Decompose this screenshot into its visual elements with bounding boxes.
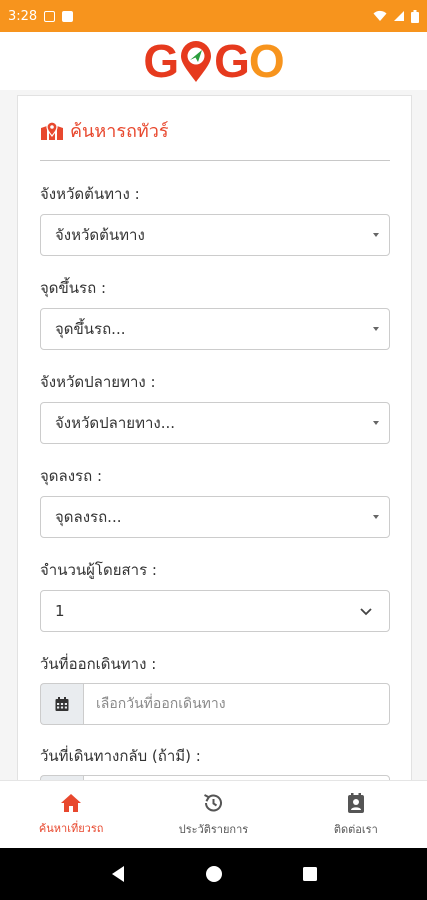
departure-date-group: เลือกวันที่ออกเดินทาง (40, 683, 390, 725)
passengers-select[interactable]: 1 (40, 590, 390, 632)
logo-letter: G (143, 35, 179, 87)
history-icon (204, 793, 223, 811)
logo-letter: G (214, 35, 250, 87)
dropoff-point-select[interactable]: จุดลงรถ... (40, 496, 390, 538)
notification-icon (44, 10, 56, 22)
origin-province-select[interactable]: จังหวัดต้นทาง (40, 214, 390, 256)
nav-search-trips[interactable]: ค้นหาเที่ยวรถ (0, 781, 142, 848)
recents-icon[interactable] (302, 866, 318, 882)
caret-down-icon (373, 327, 379, 331)
return-date-label: วันที่เดินทางกลับ (ถ้ามี) : (40, 747, 201, 765)
origin-province-value: จังหวัดต้นทาง (55, 226, 145, 244)
card-title: ค้นหารถทัวร์ (40, 116, 169, 145)
battery-icon (411, 9, 419, 23)
bottom-nav: ค้นหาเที่ยวรถ ประวัติรายการ ติดต่อเรา (0, 780, 427, 848)
nav-contact[interactable]: ติดต่อเรา (285, 781, 427, 848)
signal-icon (394, 11, 404, 21)
back-icon[interactable] (110, 865, 126, 883)
passengers-label: จำนวนผู้โดยสาร : (40, 561, 157, 579)
system-nav-bar (0, 848, 427, 900)
nav-label: ประวัติรายการ (178, 822, 249, 836)
passengers-value: 1 (55, 602, 65, 620)
logo-letter: O (248, 35, 285, 87)
calendar-icon[interactable] (40, 683, 83, 725)
status-bar: 3:28 (0, 0, 427, 32)
departure-date-label: วันที่ออกเดินทาง : (40, 655, 157, 673)
destination-province-label: จังหวัดปลายทาง : (40, 373, 156, 391)
departure-date-input[interactable]: เลือกวันที่ออกเดินทาง (83, 683, 390, 725)
pickup-point-select[interactable]: จุดขึ้นรถ... (40, 308, 390, 350)
caret-down-icon (373, 233, 379, 237)
divider (40, 160, 390, 161)
pickup-point-label: จุดขึ้นรถ : (40, 279, 106, 297)
map-marked-icon (41, 120, 63, 140)
wifi-icon (373, 10, 387, 21)
location-pin-icon (179, 40, 213, 82)
caret-down-icon (373, 421, 379, 425)
contact-icon (347, 792, 364, 813)
gogo-logo: G G O (143, 34, 285, 88)
nav-label: ติดต่อเรา (333, 822, 378, 836)
dropoff-point-value: จุดลงรถ... (55, 508, 122, 526)
departure-date-placeholder: เลือกวันที่ออกเดินทาง (96, 696, 226, 712)
nav-label: ค้นหาเที่ยวรถ (38, 821, 104, 835)
home-icon (61, 793, 82, 812)
nav-history[interactable]: ประวัติรายการ (142, 781, 284, 848)
status-time: 3:28 (8, 8, 38, 24)
app-header: G G O (0, 32, 427, 90)
sd-card-icon (62, 10, 74, 22)
destination-province-select[interactable]: จังหวัดปลายทาง... (40, 402, 390, 444)
destination-province-value: จังหวัดปลายทาง... (55, 414, 176, 432)
search-card: ค้นหารถทัวร์ จังหวัดต้นทาง : จังหวัดต้นท… (17, 95, 412, 795)
dropoff-point-label: จุดลงรถ : (40, 467, 103, 485)
caret-down-icon (373, 515, 379, 519)
chevron-down-icon (360, 608, 372, 616)
card-title-text: ค้นหารถทัวร์ (70, 121, 169, 142)
home-button-icon[interactable] (205, 865, 223, 883)
origin-province-label: จังหวัดต้นทาง : (40, 185, 140, 203)
pickup-point-value: จุดขึ้นรถ... (55, 320, 126, 338)
